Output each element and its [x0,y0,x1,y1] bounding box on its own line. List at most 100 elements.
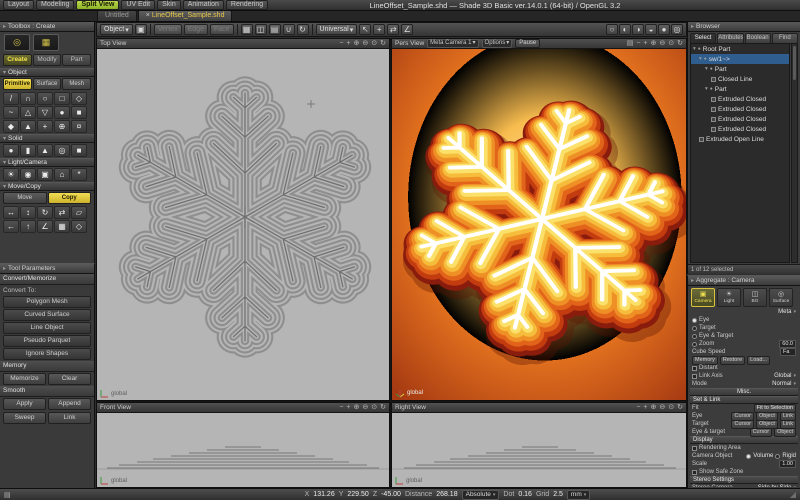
memory-button[interactable]: Memory [692,356,718,365]
face-mode-button[interactable]: Face [210,24,234,35]
eye-target-cursor-button[interactable]: Cursor [750,428,773,437]
surface-button[interactable]: Surface [33,78,62,90]
sphere-tool-icon[interactable]: ● [3,144,19,157]
expander-icon[interactable]: ▾ [693,46,696,52]
link-axis-checkbox[interactable] [692,374,697,379]
wireframe-mode-icon[interactable]: ○ [606,24,618,35]
angle-transform-tool-icon[interactable]: ∠ [37,220,53,233]
aggregate-tab-surface[interactable]: ◎ Surface [769,288,793,307]
move-left-tool-icon[interactable]: ← [3,220,19,233]
pan-icon[interactable]: ⊕ [354,40,360,48]
browser-header[interactable]: ▸ Browser [688,22,800,32]
primitive-button[interactable]: Primitive [3,78,32,90]
section-object[interactable]: ▾ Object [0,68,94,77]
tree-row[interactable]: Closed Line [691,74,789,84]
cylinder-tool-icon[interactable]: ▮ [20,144,36,157]
resize-grip-icon[interactable]: ◢ [790,490,796,499]
add-point-tool-icon[interactable]: + [37,120,53,133]
rendering-area-checkbox[interactable] [692,446,697,451]
volume-radio[interactable] [746,454,751,459]
cone-tool-icon[interactable]: ▲ [20,120,36,133]
viewport-pers-view[interactable]: Pers View Meta Camera 1 ▾ Options ▾ Paus… [391,38,687,401]
zoom-in-icon[interactable]: + [346,40,350,48]
zoom-value-field[interactable]: 60.0 [779,340,796,348]
load-button[interactable]: Load... [747,356,770,365]
pan-icon[interactable]: ⊕ [354,404,360,412]
translate-y-tool-icon[interactable]: ↕ [20,206,36,219]
panel-collapse-icon[interactable]: ▸ [691,23,694,30]
menu-tab-skin[interactable]: Skin [157,0,181,10]
menu-tab-split-view[interactable]: Split View [76,0,119,10]
copy-button[interactable]: Copy [48,192,92,204]
pause-button[interactable]: Pause [515,39,540,48]
translate-x-tool-icon[interactable]: ↔ [3,206,19,219]
zoom-out-icon[interactable]: − [339,404,343,412]
hidden-line-mode-icon[interactable]: ◐ [619,24,631,35]
misc-tool-icon[interactable]: ¤ [71,120,87,133]
close-tab-icon[interactable]: × [146,12,150,20]
tree-row[interactable]: ▾ ● Part [691,84,789,94]
aggregate-header[interactable]: ▸ Aggregate : Camera [688,276,800,286]
grid-snap-icon[interactable]: ▦ [241,24,253,35]
camera-tool-icon[interactable]: ▣ [135,24,147,35]
zoom-out-icon[interactable]: − [636,404,640,412]
pers-view-canvas[interactable]: global [392,49,686,400]
eye-radio[interactable] [692,318,697,323]
document-tab-lineoffset[interactable]: × LineOffset_Sample.shd [138,10,233,21]
circle-tool-icon[interactable]: ○ [37,92,53,105]
cube-tool-icon[interactable]: ■ [71,144,87,157]
curve-tool-icon[interactable]: ~ [3,106,19,119]
scale-transform-tool-icon[interactable]: ◇ [71,220,87,233]
shear-transform-tool-icon[interactable]: ▱ [71,206,87,219]
tree-row[interactable]: Extruded Closed [691,124,789,134]
boolean-tool-icon[interactable]: ⊕ [54,120,70,133]
move-up-tool-icon[interactable]: ↑ [20,220,36,233]
mode-dropdown[interactable]: Normal ▾ [772,381,796,387]
diamond-tool-icon[interactable]: ◇ [71,92,87,105]
aggregate-tab-camera[interactable]: ▣ Camera [691,288,715,307]
scale-value-field[interactable]: 1.00 [779,460,796,468]
eye-target-radio[interactable] [692,334,697,339]
panel-collapse-icon[interactable]: ▸ [3,23,6,30]
visibility-eye-icon[interactable]: ● [698,46,701,52]
cube-speed-field[interactable]: Fa [780,348,796,356]
menu-icon[interactable]: ▤ [627,40,634,48]
tree-row[interactable]: Extruded Closed [691,104,789,114]
fit-view-icon[interactable]: ⊖ [362,404,368,412]
document-tab-untitled[interactable]: Untitled [97,10,137,21]
tree-row[interactable]: Extruded Closed [691,94,789,104]
universal-manipulator-button[interactable]: Universal ▾ [316,24,358,35]
zoom-out-icon[interactable]: − [636,40,640,48]
eye-radio-row[interactable]: Eye [690,316,798,324]
menu-tab-modeling[interactable]: Modeling [36,0,74,10]
tree-row[interactable]: ▾ ● Root Part [691,44,789,54]
tree-row[interactable]: Extruded Closed [691,114,789,124]
flat-shade-mode-icon[interactable]: ◑ [632,24,644,35]
fit-view-icon[interactable]: ⊖ [659,404,665,412]
texture-mode-icon[interactable]: ◎ [671,24,683,35]
panel-collapse-icon[interactable]: ▸ [691,277,694,284]
tool-parameters-header[interactable]: ▸ Tool Parameters [0,264,94,274]
swap-axes-icon[interactable]: ⇄ [387,24,399,35]
plane-tool-icon[interactable]: ■ [71,106,87,119]
line-tool-icon[interactable]: / [3,92,19,105]
target-radio[interactable] [692,326,697,331]
edge-mode-button[interactable]: Edge [184,24,208,35]
expander-icon[interactable]: ▾ [699,56,702,62]
magnifier-icon[interactable]: ⊙ [668,40,674,48]
convert-option-ignore-shapes[interactable]: Ignore Shapes [3,348,91,360]
memorize-button[interactable]: Memorize [3,373,46,385]
viewport-right-view[interactable]: Right View − + ⊕ ⊖ ⊙ ↻ [391,402,687,488]
mirror-transform-tool-icon[interactable]: ⇄ [54,206,70,219]
top-view-canvas[interactable]: global [97,49,389,400]
mirror-icon[interactable]: ◫ [255,24,267,35]
options-dropdown[interactable]: Options ▾ [482,39,513,48]
menu-tab-animation[interactable]: Animation [183,0,224,10]
camera-select-dropdown[interactable]: Meta Camera 1 ▾ [427,39,478,48]
rigid-radio[interactable] [775,454,780,459]
stereo-camera-dropdown[interactable]: Side by Side ▾ [758,485,796,487]
panel-collapse-icon[interactable]: ▸ [3,265,6,272]
clear-button[interactable]: Clear [48,373,91,385]
rotate-view-icon[interactable]: ↻ [380,404,386,412]
visibility-eye-icon[interactable]: ● [710,66,713,72]
